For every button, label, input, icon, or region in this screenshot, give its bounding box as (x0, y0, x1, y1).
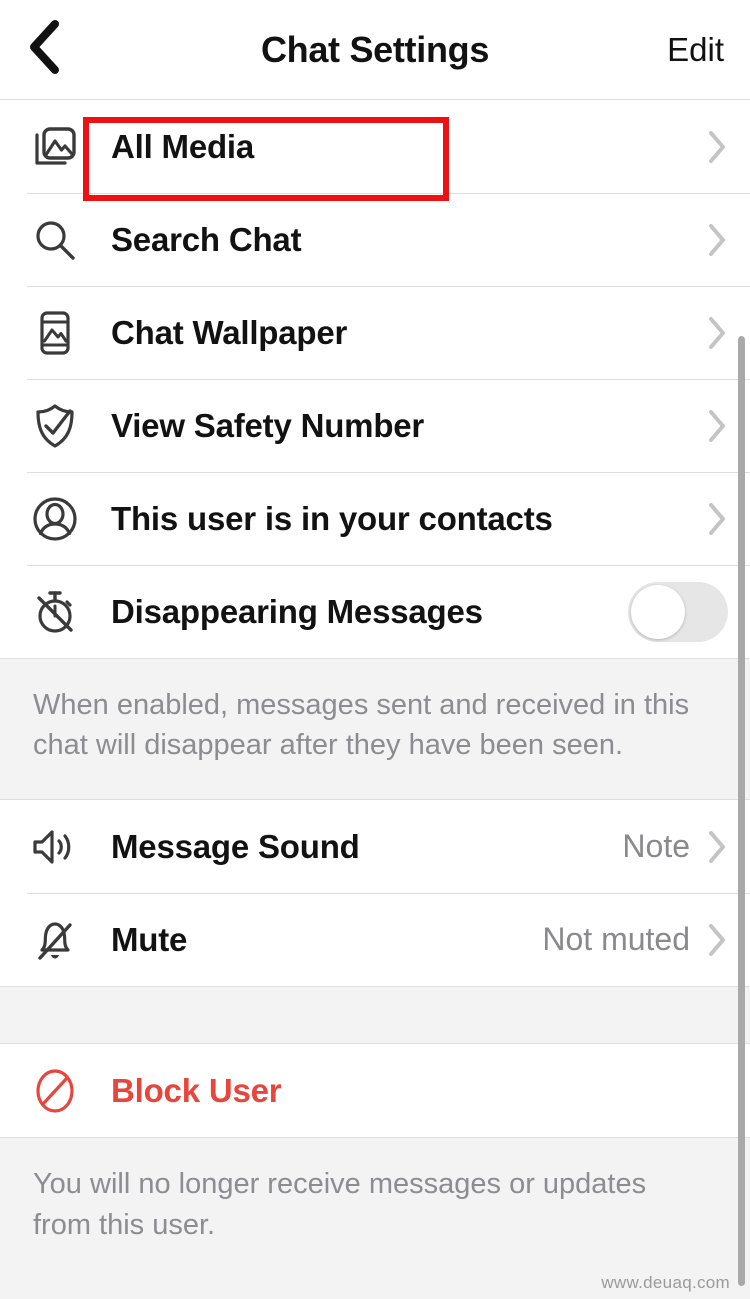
section-gap (0, 986, 750, 1045)
chevron-right-icon (706, 222, 728, 258)
bell-slash-icon (27, 912, 83, 968)
chevron-left-icon (27, 20, 61, 79)
row-label: Search Chat (111, 220, 302, 258)
edit-button[interactable]: Edit (667, 31, 724, 69)
photo-stack-icon (27, 119, 83, 175)
row-value: Not muted (542, 921, 690, 958)
disappearing-messages-note: When enabled, messages sent and received… (0, 658, 750, 801)
page-title: Chat Settings (260, 28, 490, 70)
row-contact-status[interactable]: This user is in your contacts (0, 472, 750, 565)
shield-check-icon (27, 398, 83, 454)
row-label: All Media (111, 127, 255, 165)
row-view-safety-number[interactable]: View Safety Number (0, 379, 750, 472)
row-disappearing-messages[interactable]: Disappearing Messages (0, 565, 750, 658)
row-label: View Safety Number (111, 406, 425, 444)
speaker-wave-icon (27, 819, 83, 875)
notifications-group: Message Sound Note Mute Not muted (0, 800, 750, 987)
row-label: Mute (111, 920, 188, 958)
person-circle-icon (27, 491, 83, 547)
disappearing-messages-toggle[interactable] (628, 581, 728, 642)
chevron-right-icon (706, 408, 728, 444)
block-group: Block User (0, 1044, 750, 1138)
row-label: Disappearing Messages (111, 592, 483, 630)
chevron-right-icon (706, 829, 728, 865)
vertical-scrollbar[interactable] (738, 336, 745, 1286)
chevron-right-icon (706, 501, 728, 537)
chat-settings-screen: Chat Settings Edit All Media Search Chat… (0, 0, 750, 1299)
timer-off-icon (27, 584, 83, 640)
chevron-right-icon (706, 922, 728, 958)
wallpaper-icon (27, 305, 83, 361)
row-all-media[interactable]: All Media (0, 100, 750, 193)
row-block-user[interactable]: Block User (0, 1044, 750, 1138)
chevron-right-icon (706, 129, 728, 165)
row-value: Note (622, 828, 690, 865)
row-search-chat[interactable]: Search Chat (0, 193, 750, 286)
row-message-sound[interactable]: Message Sound Note (0, 800, 750, 894)
search-icon (27, 212, 83, 268)
watermark: www.deuaq.com (601, 1273, 730, 1292)
row-mute[interactable]: Mute Not muted (0, 893, 750, 987)
prohibition-icon (27, 1063, 83, 1119)
navigation-bar: Chat Settings Edit (0, 0, 750, 100)
row-label: Message Sound (111, 827, 360, 865)
row-label: Block User (111, 1071, 282, 1109)
row-label: This user is in your contacts (111, 499, 553, 537)
chat-options-group: All Media Search Chat Chat Wallpaper Vie… (0, 100, 750, 658)
toggle-knob (631, 584, 685, 639)
block-user-note: You will no longer receive messages or u… (0, 1137, 750, 1277)
row-chat-wallpaper[interactable]: Chat Wallpaper (0, 286, 750, 379)
row-label: Chat Wallpaper (111, 313, 348, 351)
chevron-right-icon (706, 315, 728, 351)
back-button[interactable] (18, 20, 70, 79)
